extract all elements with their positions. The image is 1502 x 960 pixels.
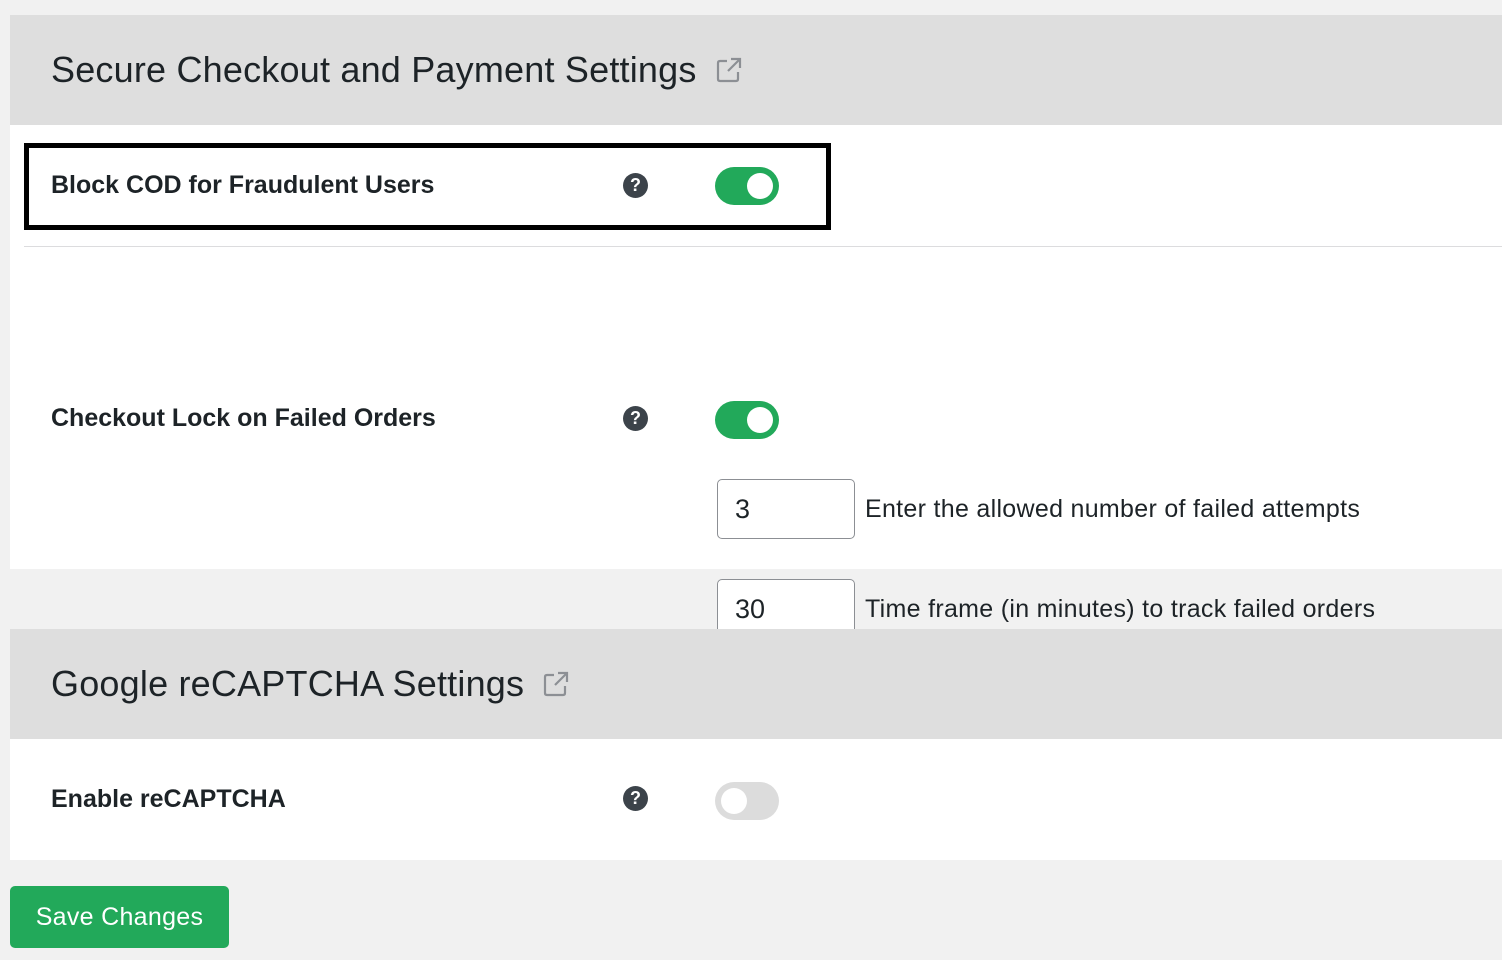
question-circle-icon[interactable]: ? — [623, 786, 648, 811]
save-changes-button[interactable]: Save Changes — [10, 886, 229, 948]
highlight-box — [24, 143, 831, 230]
row-divider — [24, 246, 1502, 247]
recaptcha-title: Google reCAPTCHA Settings — [51, 663, 525, 704]
failed-attempts-input[interactable] — [717, 479, 855, 539]
recaptcha-panel: Google reCAPTCHA Settings Enable reCAPTC… — [10, 629, 1502, 860]
secure-checkout-title: Secure Checkout and Payment Settings — [51, 49, 697, 90]
external-link-icon[interactable] — [542, 670, 570, 698]
time-frame-description: Time frame (in minutes) to track failed … — [865, 595, 1376, 623]
secure-checkout-header: Secure Checkout and Payment Settings — [10, 15, 1502, 125]
setting-label-enable-recaptcha: Enable reCAPTCHA — [51, 785, 286, 813]
question-circle-icon[interactable]: ? — [623, 406, 648, 431]
secure-checkout-panel: Secure Checkout and Payment Settings Blo… — [10, 15, 1502, 639]
external-link-icon[interactable] — [715, 56, 743, 84]
toggle-knob — [721, 788, 747, 814]
recaptcha-header: Google reCAPTCHA Settings — [10, 629, 1502, 739]
toggle-checkout-lock[interactable] — [715, 401, 779, 439]
toggle-enable-recaptcha[interactable] — [715, 782, 779, 820]
failed-attempts-description: Enter the allowed number of failed attem… — [865, 495, 1361, 523]
toggle-knob — [747, 407, 773, 433]
setting-label-checkout-lock: Checkout Lock on Failed Orders — [51, 404, 436, 432]
